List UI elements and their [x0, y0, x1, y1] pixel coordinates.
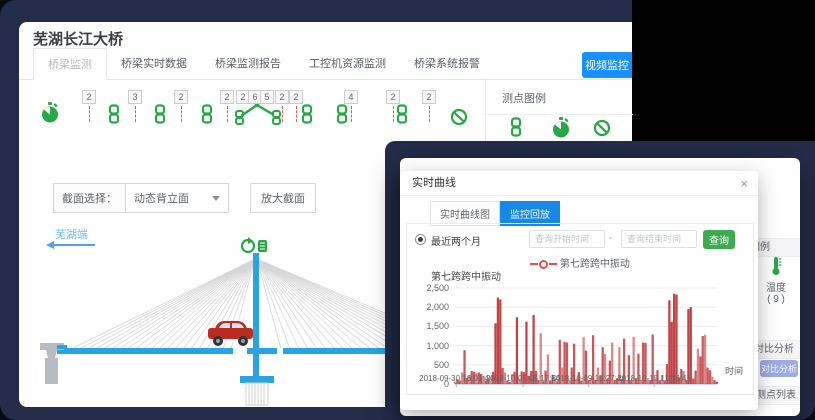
end-time-input[interactable]: [621, 230, 697, 248]
sensor-count-badge: 2: [422, 90, 436, 122]
bridge-deck: [57, 348, 233, 354]
range-separator: -: [609, 233, 612, 244]
y-tick-label: 2,500: [426, 283, 449, 293]
x-axis-ticks: 2018-09-30 16:01:442018-10-05 05:17:5420…: [453, 374, 719, 386]
temperature-count: ( 9 ): [752, 294, 800, 305]
start-time-input[interactable]: [529, 230, 605, 248]
tab-bar: 桥梁监测桥梁实时数据桥梁监测报告工控机资源监测桥梁系统报警: [19, 52, 632, 80]
enlarge-section-button[interactable]: 放大截面: [250, 183, 316, 213]
legend-line-icon: [530, 263, 538, 265]
deck-end: [57, 345, 67, 349]
section-select-value: 动态背立面: [134, 190, 189, 206]
modal-title: 实时曲线: [412, 177, 456, 189]
y-tick-label: 500: [434, 360, 449, 370]
sensor-count-badge: 2: [174, 90, 188, 122]
tower-top-sensor-icons: [242, 237, 267, 252]
tab-3[interactable]: 桥梁监测报告: [201, 48, 295, 79]
ban-icon: [593, 119, 611, 137]
y-tick-label: 1,000: [426, 341, 449, 351]
compare-analysis-button[interactable]: 对比分析: [760, 360, 798, 377]
gauge-icon: [551, 117, 571, 139]
query-button[interactable]: 查询: [703, 230, 735, 249]
modal-header: 实时曲线 ×: [400, 171, 758, 196]
tab-2[interactable]: 桥梁实时数据: [107, 48, 201, 79]
y-tick-label: 1,500: [426, 321, 449, 331]
car: [208, 321, 253, 346]
foundation-cap: [240, 376, 274, 383]
x-tick-label: 2018-10-09 15:27:41: [551, 374, 625, 383]
pile-group: [246, 383, 268, 405]
realtime-curve-modal: 实时曲线 × 实时曲线图 监控回放 最近两个月 - 查询 第七跨跨中振动 第七跨…: [400, 171, 758, 410]
sensor-count-badge: 2: [275, 90, 289, 122]
temperature-label: 温度: [752, 279, 800, 294]
chain-icon: [153, 104, 167, 124]
x-tick-label: 2018-10-15 11:03:41: [617, 374, 691, 383]
chain-icon: [300, 104, 314, 124]
query-row: 最近两个月 - 查询: [407, 230, 753, 250]
close-icon[interactable]: ×: [740, 171, 748, 196]
sensor-count-badge: 3: [128, 90, 142, 122]
radio-label: 最近两个月: [431, 233, 481, 248]
page-title: 芜湖长江大桥: [33, 28, 123, 49]
y-tick-label: 2,000: [426, 302, 449, 312]
main-tabs: 桥梁监测桥梁实时数据桥梁监测报告工控机资源监测桥梁系统报警: [33, 48, 494, 79]
legend-circle-icon: [539, 260, 548, 269]
chain-icon: [335, 104, 349, 124]
screen: 芜湖长江大桥 桥梁监测桥梁实时数据桥梁监测报告工控机资源监测桥梁系统报警 视频监…: [0, 0, 815, 420]
x-tick-label: 2018-09-30 16:01:44: [419, 374, 493, 383]
bridge-deck: [247, 348, 277, 354]
sensor-count-badge: 2: [82, 90, 96, 122]
vibration-chart: 05001,0001,5002,0002,500 2018-09-30 16:0…: [407, 282, 753, 392]
legend-label: 第七跨跨中振动: [560, 259, 630, 270]
ban-icon: [450, 108, 468, 126]
tab-4[interactable]: 工控机资源监测: [295, 48, 400, 79]
sensor-count-badge: 2: [220, 90, 234, 122]
thermometer-icon: [770, 268, 782, 279]
section-select[interactable]: 动态背立面: [125, 183, 229, 213]
abutment: [40, 343, 64, 384]
video-monitor-button[interactable]: 视频监控: [582, 52, 632, 78]
legend-line-icon: [549, 263, 557, 265]
gauge-icon: [40, 102, 60, 124]
chart-title: 第七跨跨中振动: [431, 268, 501, 283]
sensor-count-badge: 5: [260, 90, 274, 104]
temperature-item[interactable]: 温度 ( 9 ): [752, 256, 800, 305]
legend-panel-title: 测点图例: [486, 78, 633, 115]
section-select-label: 截面选择：: [53, 183, 125, 213]
chain-icon: [200, 104, 214, 124]
x-tick-label: 2018-10-05 05:17:54: [486, 374, 560, 383]
tab-1[interactable]: 桥梁监测: [33, 48, 107, 80]
bridge-tower: [253, 253, 259, 377]
x-axis-name: 时间: [725, 364, 743, 377]
tab-5[interactable]: 桥梁系统报警: [400, 48, 494, 79]
radio-last-two-months[interactable]: [415, 234, 426, 245]
sensor-strip: 232226522422: [19, 86, 501, 146]
chain-icon: [107, 104, 121, 124]
chain-icon: [509, 117, 523, 137]
black-region: [632, 0, 815, 142]
chevron-down-icon: [212, 196, 220, 201]
playback-panel: 最近两个月 - 查询 第七跨跨中振动 第七跨跨中振动 05001,0001,50…: [406, 223, 754, 395]
section-selector-row: 截面选择： 动态背立面 放大截面: [53, 183, 316, 213]
chain-icon: [395, 104, 409, 124]
